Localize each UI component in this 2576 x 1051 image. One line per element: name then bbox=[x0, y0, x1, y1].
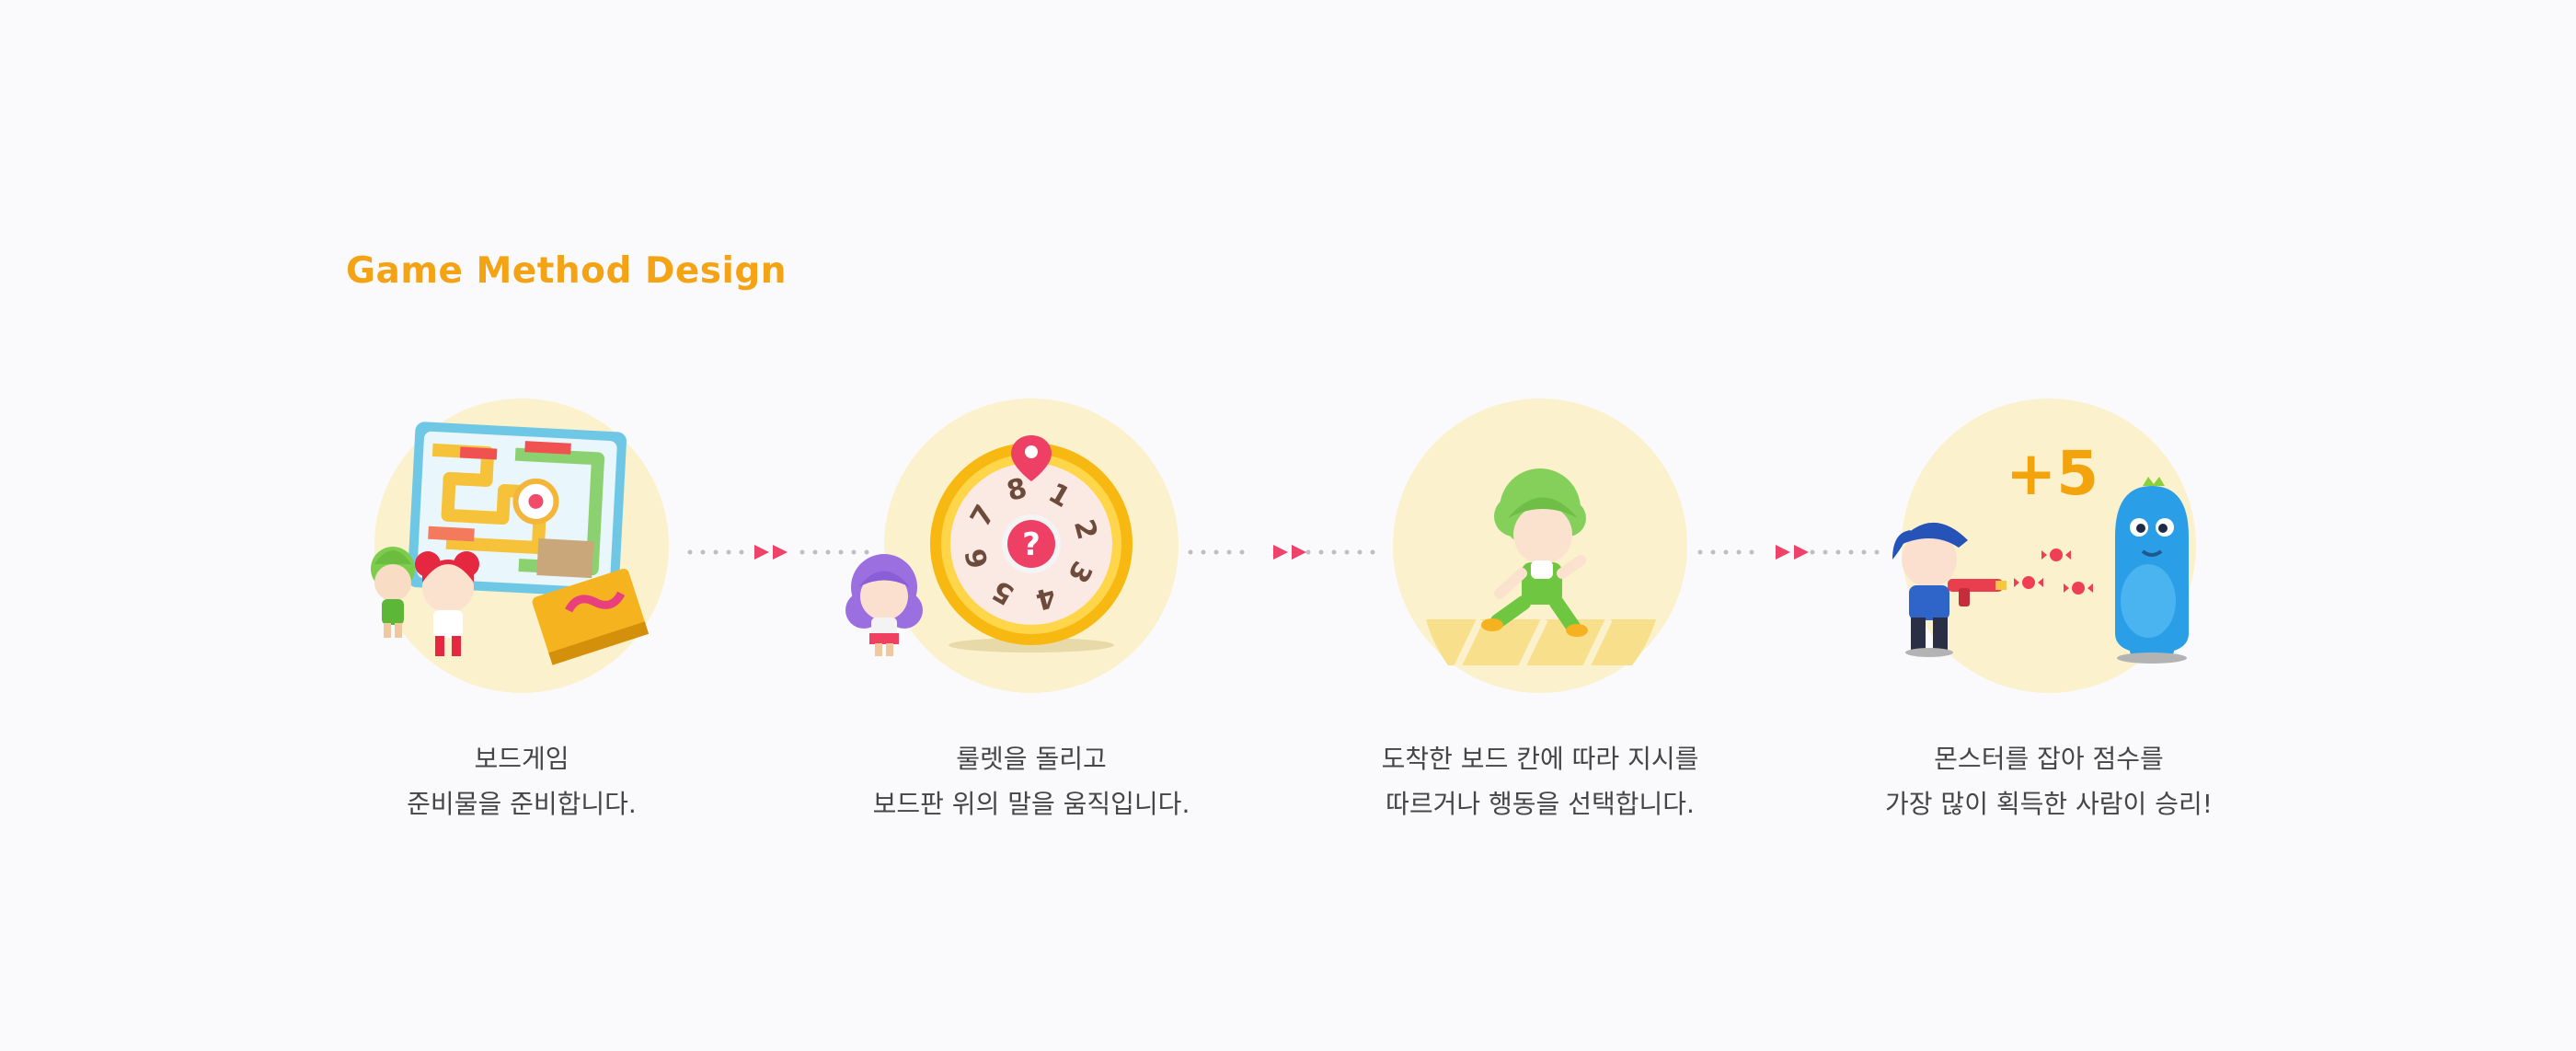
step-3-caption-line-1: 도착한 보드 칸에 따라 지시를 bbox=[1381, 744, 1699, 774]
step-2-caption: 룰렛을 돌리고 보드판 위의 말을 움직입니다. bbox=[792, 736, 1271, 826]
page-title: Game Method Design bbox=[346, 250, 788, 292]
step-1-caption-line-1: 보드게임 bbox=[474, 744, 569, 774]
score-badge: +5 bbox=[2006, 438, 2099, 509]
step-3-caption: 도착한 보드 칸에 따라 지시를 따르거나 행동을 선택합니다. bbox=[1301, 736, 1779, 826]
step-1-caption-line-2: 준비물을 준비합니다. bbox=[407, 789, 637, 819]
step-1-board-game bbox=[371, 398, 669, 693]
step-2-roulette: ? 12345678 bbox=[845, 398, 1179, 693]
step-3-running bbox=[1393, 398, 1687, 693]
step-4-caption-line-2: 가장 많이 획득한 사람이 승리! bbox=[1885, 789, 2213, 819]
step-3-caption-line-2: 따르거나 행동을 선택합니다. bbox=[1386, 789, 1695, 819]
step-1-caption: 보드게임 준비물을 준비합니다. bbox=[282, 736, 761, 826]
step-2-caption-line-2: 보드판 위의 말을 움직입니다. bbox=[872, 789, 1190, 819]
step-4-caption: 몬스터를 잡아 점수를 가장 많이 획득한 사람이 승리! bbox=[1810, 736, 2288, 826]
monster-shooting-illustration bbox=[1892, 477, 2189, 664]
board-game-set-illustration bbox=[371, 422, 650, 665]
svg-text:?: ? bbox=[1022, 526, 1041, 563]
step-2-caption-line-1: 룰렛을 돌리고 bbox=[956, 744, 1107, 774]
step-4-caption-line-1: 몬스터를 잡아 점수를 bbox=[1934, 744, 2164, 774]
running-character-illustration bbox=[1426, 468, 1656, 669]
roulette-wheel-illustration: ? 12345678 bbox=[845, 435, 1133, 656]
